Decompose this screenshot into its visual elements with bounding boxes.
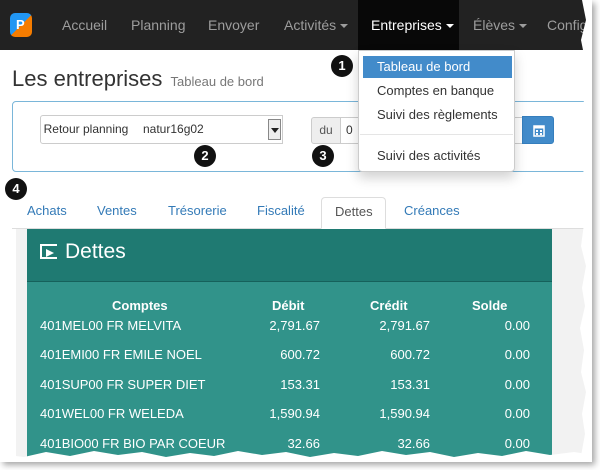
column-header-debit: Débit xyxy=(272,298,305,313)
torn-edge-bottom xyxy=(0,451,592,462)
sign-out-icon xyxy=(40,244,57,259)
retour-planning-button[interactable]: Retour planning xyxy=(40,115,132,144)
menu-item-tableau-de-bord[interactable]: Tableau de bord xyxy=(363,56,512,78)
cell-credit: 600.72 xyxy=(390,347,430,362)
cell-solde: 0.00 xyxy=(504,406,530,421)
tab-fiscalite[interactable]: Fiscalité xyxy=(244,197,318,229)
nav-envoyer[interactable]: Envoyer xyxy=(197,0,270,50)
tab-tresorerie[interactable]: Trésorerie xyxy=(155,197,240,229)
select-dropdown-arrow-icon[interactable] xyxy=(268,119,281,140)
page-title: Les entreprises Tableau de bord xyxy=(12,66,264,91)
torn-edge-right xyxy=(580,0,592,462)
menu-item-suivi-activites[interactable]: Suivi des activités xyxy=(363,145,512,167)
column-header-credit: Crédit xyxy=(370,298,408,313)
menu-item-suivi-reglements[interactable]: Suivi des règlements xyxy=(363,104,512,126)
page-subtitle: Tableau de bord xyxy=(170,74,264,89)
calendar-icon xyxy=(533,125,545,137)
nav-accueil[interactable]: Accueil xyxy=(51,0,118,50)
callout-badge-3: 3 xyxy=(312,145,334,167)
callout-badge-4: 4 xyxy=(5,178,27,200)
column-header-comptes: Comptes xyxy=(112,298,168,313)
tab-dettes[interactable]: Dettes xyxy=(321,197,386,229)
entreprise-select[interactable]: natur16g02 xyxy=(131,115,283,144)
menu-divider xyxy=(360,134,513,135)
chevron-down-icon xyxy=(519,24,528,29)
callout-badge-1: 1 xyxy=(331,55,353,77)
tab-creances[interactable]: Créances xyxy=(391,197,473,229)
chevron-down-icon xyxy=(340,24,349,29)
logo-letter: P xyxy=(16,17,25,32)
cell-compte: 401SUP00 FR SUPER DIET xyxy=(40,377,206,392)
chevron-down-icon xyxy=(445,24,454,29)
menu-item-comptes-en-banque[interactable]: Comptes en banque xyxy=(363,80,512,102)
cell-debit: 600.72 xyxy=(280,347,320,362)
nav-entreprises[interactable]: Entreprises xyxy=(358,0,459,50)
screenshot-frame: P Accueil Planning Envoyer Activités Ent… xyxy=(0,0,592,462)
app-logo-icon[interactable]: P xyxy=(10,13,32,37)
cell-compte: 401WEL00 FR WELEDA xyxy=(40,406,184,421)
tab-ventes[interactable]: Ventes xyxy=(84,197,150,229)
calendar-button[interactable] xyxy=(522,116,554,144)
callout-badge-2: 2 xyxy=(194,145,216,167)
entreprises-dropdown-menu: Tableau de bord Comptes en banque Suivi … xyxy=(358,50,515,172)
top-navbar: P Accueil Planning Envoyer Activités Ent… xyxy=(0,0,592,50)
nav-activites[interactable]: Activités xyxy=(273,0,359,50)
cell-solde: 0.00 xyxy=(504,377,530,392)
cell-credit: 153.31 xyxy=(390,377,430,392)
tab-achats[interactable]: Achats xyxy=(14,197,80,229)
nav-planning[interactable]: Planning xyxy=(120,0,197,50)
cell-credit: 1,590.94 xyxy=(379,406,430,421)
cell-compte: 401EMI00 FR EMILE NOEL xyxy=(40,347,202,362)
date-du-label: du xyxy=(311,117,341,144)
cell-credit: 2,791.67 xyxy=(379,318,430,333)
dettes-title: Dettes xyxy=(40,240,126,264)
cell-debit: 1,590.94 xyxy=(269,406,320,421)
cell-debit: 153.31 xyxy=(280,377,320,392)
date-to-input[interactable] xyxy=(514,117,522,144)
cell-solde: 0.00 xyxy=(504,318,530,333)
nav-eleves[interactable]: Élèves xyxy=(462,0,538,50)
column-header-solde: Solde xyxy=(472,298,508,313)
cell-compte: 401MEL00 FR MELVITA xyxy=(40,318,182,333)
cell-debit: 2,791.67 xyxy=(269,318,320,333)
cell-solde: 0.00 xyxy=(504,347,530,362)
